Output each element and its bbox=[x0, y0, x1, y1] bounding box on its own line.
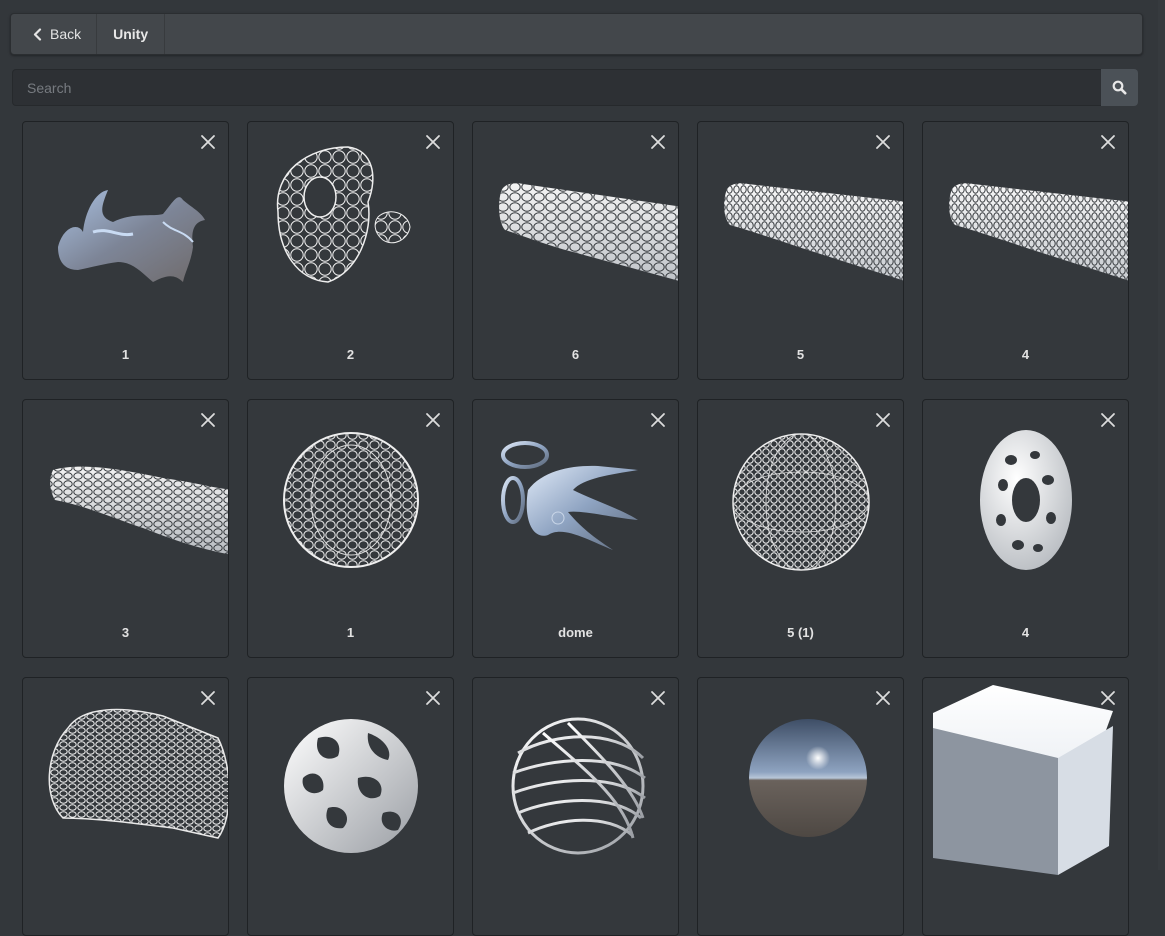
close-icon bbox=[651, 413, 665, 427]
chrome-sculpture-preview bbox=[501, 441, 638, 550]
breadcrumb-current: Unity bbox=[97, 14, 166, 54]
asset-card[interactable]: 4 bbox=[922, 121, 1129, 380]
close-icon bbox=[876, 413, 890, 427]
asset-label: 4 bbox=[1021, 625, 1030, 640]
close-icon bbox=[201, 413, 215, 427]
back-button[interactable]: Back bbox=[11, 14, 98, 54]
close-icon bbox=[1101, 691, 1115, 705]
hex-cylinder-preview bbox=[48, 708, 228, 839]
asset-label: 5 bbox=[796, 347, 805, 362]
asset-thumbnail bbox=[698, 400, 903, 610]
voronoi-tube-preview bbox=[50, 466, 228, 555]
asset-thumbnail bbox=[248, 678, 453, 888]
asset-card[interactable] bbox=[22, 677, 229, 936]
remove-asset-button[interactable] bbox=[875, 134, 891, 150]
remove-asset-button[interactable] bbox=[200, 412, 216, 428]
asset-grid: 1 2 6 5 4 3 1 dome 5 (1) 4 bbox=[22, 121, 1129, 936]
asset-thumbnail bbox=[923, 400, 1128, 610]
asset-card[interactable] bbox=[922, 677, 1129, 936]
remove-asset-button[interactable] bbox=[425, 134, 441, 150]
asset-card[interactable]: 1 bbox=[22, 121, 229, 380]
remove-asset-button[interactable] bbox=[200, 134, 216, 150]
lattice-tube-fine-preview bbox=[724, 183, 903, 281]
close-icon bbox=[426, 135, 440, 149]
remove-asset-button[interactable] bbox=[1100, 412, 1116, 428]
remove-asset-button[interactable] bbox=[1100, 690, 1116, 706]
gyroid-torus-preview bbox=[980, 430, 1072, 570]
asset-card[interactable]: 5 (1) bbox=[697, 399, 904, 658]
chrome-sphere-preview bbox=[749, 719, 867, 837]
asset-thumbnail bbox=[473, 400, 678, 610]
asset-thumbnail bbox=[23, 122, 228, 332]
asset-label: 1 bbox=[346, 625, 355, 640]
asset-thumbnail bbox=[473, 678, 678, 888]
asset-thumbnail bbox=[698, 678, 903, 888]
asset-label: 3 bbox=[121, 625, 130, 640]
asset-thumbnail bbox=[248, 122, 453, 332]
back-button-label: Back bbox=[50, 26, 82, 42]
remove-asset-button[interactable] bbox=[200, 690, 216, 706]
remove-asset-button[interactable] bbox=[650, 412, 666, 428]
asset-card[interactable]: 4 bbox=[922, 399, 1129, 658]
asset-thumbnail bbox=[23, 400, 228, 610]
asset-thumbnail bbox=[923, 678, 1128, 888]
top-navigation-bar: Back Unity bbox=[10, 13, 1143, 55]
search-bar bbox=[12, 69, 1138, 106]
close-icon bbox=[201, 135, 215, 149]
voronoi-shell-preview bbox=[276, 146, 411, 283]
close-icon bbox=[651, 691, 665, 705]
asset-label: 2 bbox=[346, 347, 355, 362]
asset-card[interactable] bbox=[697, 677, 904, 936]
asset-thumbnail bbox=[698, 122, 903, 332]
remove-asset-button[interactable] bbox=[425, 690, 441, 706]
close-icon bbox=[426, 691, 440, 705]
scrollbar[interactable] bbox=[1158, 0, 1165, 870]
search-input[interactable] bbox=[12, 69, 1101, 106]
voronoi-sphere-preview bbox=[283, 432, 419, 568]
asset-thumbnail bbox=[923, 122, 1128, 332]
close-icon bbox=[876, 691, 890, 705]
asset-card[interactable]: 1 bbox=[247, 399, 454, 658]
voronoi-sphere-fine-preview bbox=[732, 433, 870, 571]
asset-card[interactable]: 2 bbox=[247, 121, 454, 380]
organic-blob-preview bbox=[58, 190, 205, 282]
search-button[interactable] bbox=[1101, 69, 1138, 106]
ribbon-sphere-preview bbox=[511, 717, 646, 855]
asset-label: 6 bbox=[571, 347, 580, 362]
asset-label: 5 (1) bbox=[787, 625, 814, 640]
asset-card[interactable]: 6 bbox=[472, 121, 679, 380]
close-icon bbox=[1101, 135, 1115, 149]
remove-asset-button[interactable] bbox=[875, 690, 891, 706]
asset-label: 1 bbox=[121, 347, 130, 362]
close-icon bbox=[201, 691, 215, 705]
asset-thumbnail bbox=[473, 122, 678, 332]
asset-card[interactable] bbox=[472, 677, 679, 936]
remove-asset-button[interactable] bbox=[875, 412, 891, 428]
asset-card[interactable] bbox=[247, 677, 454, 936]
lattice-tube-fine-preview bbox=[949, 183, 1128, 281]
chevron-left-icon bbox=[33, 27, 42, 41]
close-icon bbox=[876, 135, 890, 149]
remove-asset-button[interactable] bbox=[650, 134, 666, 150]
asset-label: dome bbox=[558, 625, 593, 640]
remove-asset-button[interactable] bbox=[1100, 134, 1116, 150]
asset-label: 4 bbox=[1021, 347, 1030, 362]
asset-thumbnail bbox=[23, 678, 228, 888]
close-icon bbox=[426, 413, 440, 427]
asset-card[interactable]: 5 bbox=[697, 121, 904, 380]
close-icon bbox=[651, 135, 665, 149]
close-icon bbox=[1101, 413, 1115, 427]
asset-card[interactable]: dome bbox=[472, 399, 679, 658]
lattice-tube-preview bbox=[499, 183, 678, 281]
asset-card[interactable]: 3 bbox=[22, 399, 229, 658]
remove-asset-button[interactable] bbox=[425, 412, 441, 428]
asset-thumbnail bbox=[248, 400, 453, 610]
gyroid-sphere-preview bbox=[284, 719, 418, 853]
white-cube-preview bbox=[933, 685, 1113, 875]
remove-asset-button[interactable] bbox=[650, 690, 666, 706]
search-icon bbox=[1112, 80, 1127, 95]
